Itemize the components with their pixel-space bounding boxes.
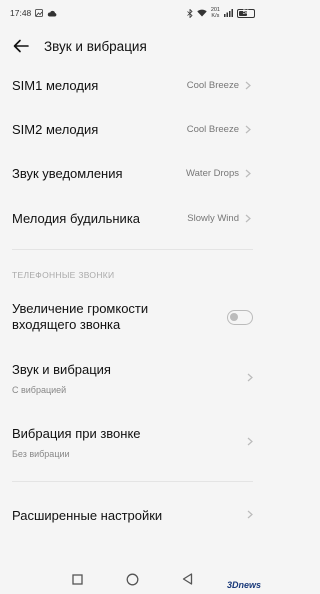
divider — [12, 481, 253, 482]
row-value: Water Drops — [186, 167, 239, 179]
page-title: Звук и вибрация — [44, 38, 147, 54]
header: Звук и вибрация — [0, 30, 265, 62]
row-value: Slowly Wind — [187, 212, 239, 224]
chevron-right-icon — [247, 369, 253, 387]
sim2-ringtone-row[interactable]: SIM2 мелодия Cool Breeze — [0, 111, 265, 147]
row-sublabel: С вибрацией — [12, 384, 67, 395]
square-icon — [72, 573, 83, 585]
bluetooth-icon — [187, 8, 193, 18]
chevron-right-icon — [247, 433, 253, 451]
alarm-ringtone-row[interactable]: Мелодия будильника Slowly Wind — [0, 200, 265, 236]
row-label: Вибрация при звонке — [12, 425, 141, 441]
chevron-right-icon — [245, 124, 253, 134]
advanced-settings-row[interactable]: Расширенные настройки — [0, 497, 265, 533]
row-label: SIM2 мелодия — [12, 121, 99, 137]
circle-icon — [126, 573, 139, 585]
navigation-bar — [0, 564, 265, 594]
image-icon — [35, 9, 44, 17]
row-label: Мелодия будильника — [12, 210, 141, 226]
wifi-icon — [197, 9, 207, 17]
chevron-right-icon — [245, 213, 253, 223]
chevron-right-icon — [245, 80, 253, 90]
increase-volume-label: Увеличение громкости входящего звонка — [12, 301, 149, 332]
back-nav-button[interactable] — [180, 571, 196, 587]
divider — [12, 249, 253, 250]
back-button[interactable] — [10, 35, 32, 57]
sound-vibration-row[interactable]: Звук и вибрация С вибрацией — [0, 356, 265, 400]
toggle-knob — [230, 312, 238, 321]
ring-vibration-row[interactable]: Вибрация при звонке Без вибрации — [0, 420, 265, 464]
section-header-calls: ТЕЛЕФОННЫЕ ЗВОНКИ — [12, 270, 115, 280]
row-label: Звук уведомления — [12, 165, 123, 181]
home-button[interactable] — [125, 571, 141, 587]
battery-icon: 58 — [237, 8, 255, 18]
status-bar: 17:48 201 K/s 58 — [0, 0, 265, 26]
signal-icon — [224, 9, 233, 17]
increase-volume-row[interactable]: Увеличение громкости входящего звонка — [0, 297, 265, 337]
row-sublabel: Без вибрации — [12, 448, 70, 459]
row-value: Cool Breeze — [186, 123, 239, 135]
chevron-right-icon — [245, 168, 253, 178]
row-value: Cool Breeze — [186, 79, 239, 91]
cloud-icon — [47, 10, 57, 17]
notification-sound-row[interactable]: Звук уведомления Water Drops — [0, 155, 265, 191]
triangle-back-icon — [182, 573, 193, 585]
row-label: Расширенные настройки — [12, 507, 163, 523]
row-label: SIM1 мелодия — [12, 77, 99, 93]
increase-volume-toggle[interactable] — [227, 309, 253, 325]
sim1-ringtone-row[interactable]: SIM1 мелодия Cool Breeze — [0, 67, 265, 103]
watermark-logo: 3Dnews — [226, 580, 261, 590]
status-time: 17:48 — [10, 8, 32, 18]
net-speed: 201 K/s — [210, 7, 220, 19]
row-label: Звук и вибрация — [12, 361, 111, 377]
back-arrow-icon — [13, 39, 29, 53]
recents-button[interactable] — [70, 571, 86, 587]
chevron-right-icon — [247, 506, 253, 524]
